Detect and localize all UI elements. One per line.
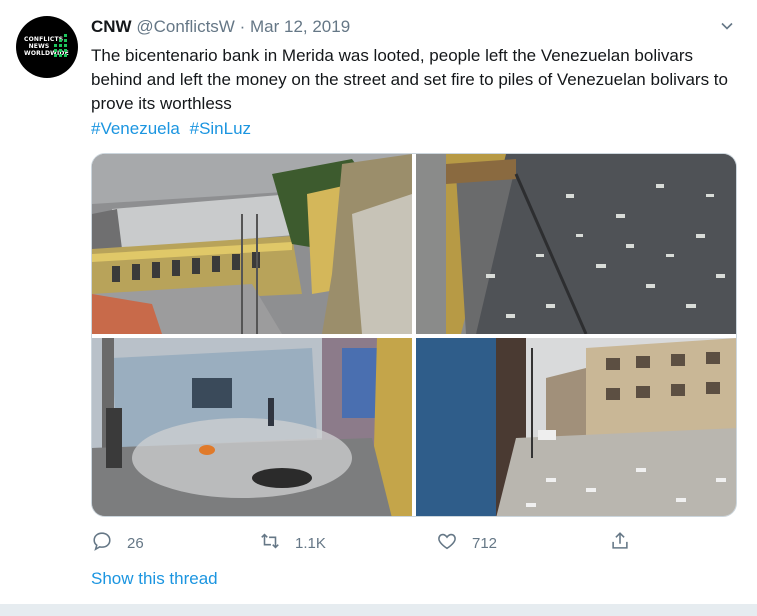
photo-rooftops[interactable] xyxy=(92,154,412,334)
tweet-card[interactable]: CONFLICTS NEWS WORLDWIDE CNW @ConflictsW … xyxy=(0,0,757,604)
retweet-button[interactable]: 1.1K xyxy=(259,530,326,556)
show-thread-link[interactable]: Show this thread xyxy=(91,569,218,589)
tweet-date[interactable]: Mar 12, 2019 xyxy=(250,17,350,36)
like-count: 712 xyxy=(472,534,498,552)
reply-icon xyxy=(91,530,113,556)
share-button[interactable] xyxy=(609,530,631,556)
reply-button[interactable]: 26 xyxy=(91,530,144,556)
author-name[interactable]: CNW xyxy=(91,17,132,36)
share-icon xyxy=(609,530,631,556)
chevron-down-icon[interactable] xyxy=(719,18,735,34)
photo-grid xyxy=(91,153,737,517)
heart-icon xyxy=(436,530,458,556)
tweet-header: CNW @ConflictsW · Mar 12, 2019 xyxy=(91,17,350,39)
avatar[interactable]: CONFLICTS NEWS WORLDWIDE xyxy=(16,16,78,78)
tweet-text: The bicentenario bank in Merida was loot… xyxy=(91,46,728,113)
hashtag-venezuela[interactable]: #Venezuela xyxy=(91,119,180,138)
reply-count: 26 xyxy=(127,534,144,552)
photo-fire[interactable] xyxy=(92,338,412,516)
tweet-actions: 26 1.1K 712 xyxy=(91,530,651,556)
retweet-count: 1.1K xyxy=(295,534,326,552)
like-button[interactable]: 712 xyxy=(436,530,497,556)
hashtag-list: #Venezuela #SinLuz xyxy=(91,117,256,141)
photo-street-buildings[interactable] xyxy=(416,338,736,516)
photo-street-money[interactable] xyxy=(416,154,736,334)
avatar-logo-bars xyxy=(54,34,72,60)
hashtag-sinluz[interactable]: #SinLuz xyxy=(190,119,251,138)
author-handle[interactable]: @ConflictsW xyxy=(136,17,235,36)
retweet-icon xyxy=(259,530,281,556)
timeline-divider xyxy=(0,604,757,616)
header-separator: · xyxy=(239,17,246,36)
